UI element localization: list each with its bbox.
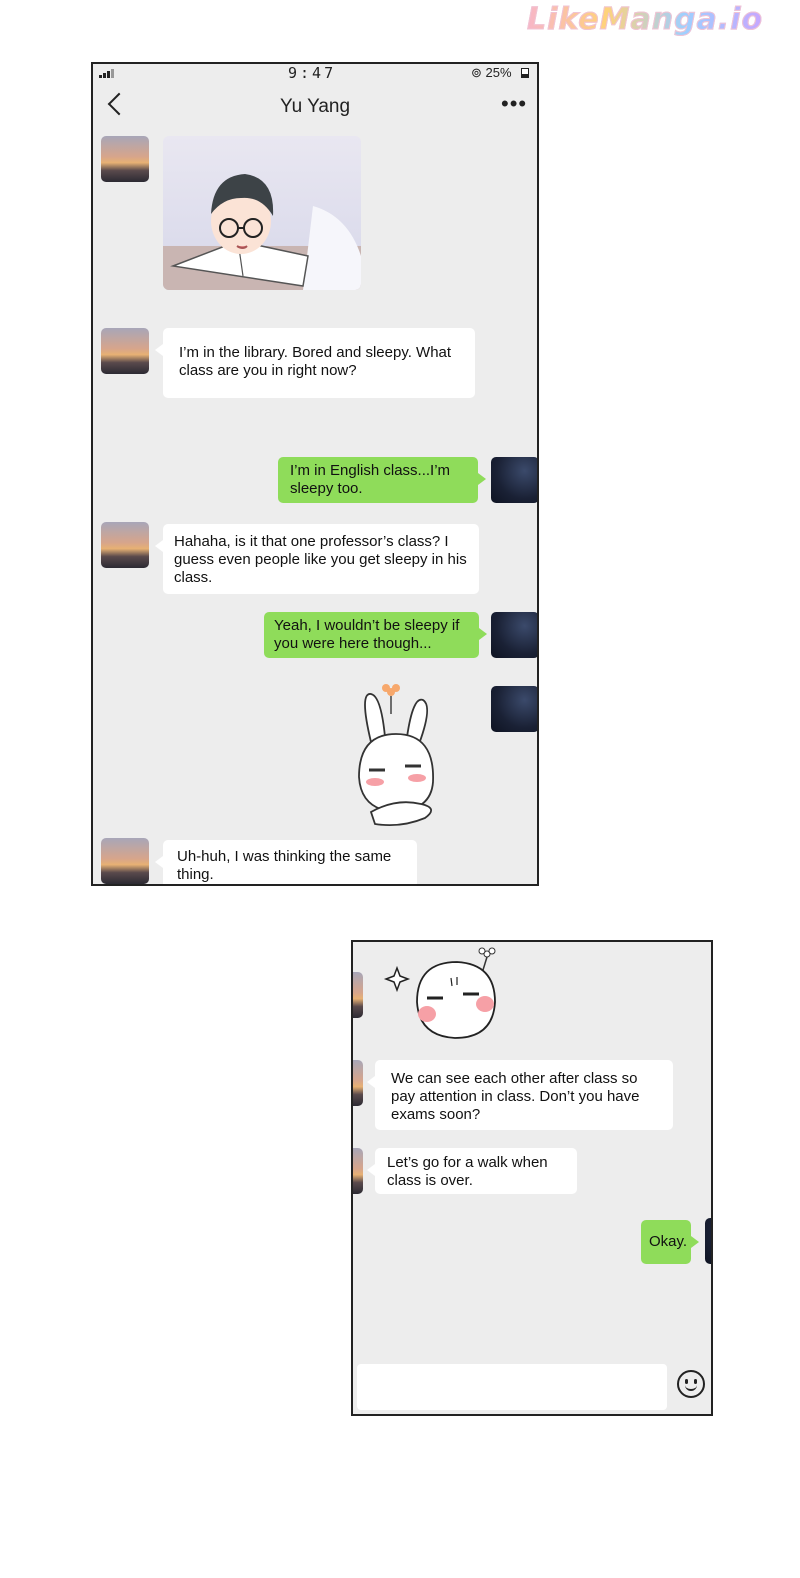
status-bar: 9:47 ⊚ 25% xyxy=(93,64,537,82)
contact-avatar[interactable] xyxy=(353,1148,363,1194)
site-watermark: LikeManga.io xyxy=(526,2,764,38)
blush-sticker-image xyxy=(383,947,496,1039)
bunny-sticker[interactable] xyxy=(341,682,451,832)
more-icon[interactable]: ••• xyxy=(501,93,527,115)
photo-message[interactable] xyxy=(163,136,361,290)
contact-name: Yu Yang xyxy=(279,96,351,117)
message-incoming[interactable]: I’m in the library. Bored and sleepy. Wh… xyxy=(155,328,475,398)
user-avatar[interactable] xyxy=(491,612,537,658)
contact-avatar[interactable] xyxy=(101,522,149,568)
contact-avatar[interactable] xyxy=(101,838,149,884)
battery-value: 25% xyxy=(485,65,512,80)
battery-icon xyxy=(521,68,529,78)
message-input[interactable] xyxy=(357,1364,667,1410)
message-incoming[interactable]: Hahaha, is it that one professor’s class… xyxy=(155,524,479,594)
message-incoming[interactable]: We can see each other after class so pay… xyxy=(367,1060,673,1130)
user-avatar[interactable] xyxy=(491,457,537,503)
signal-icon xyxy=(99,68,114,78)
chat-header: Yu Yang ••• xyxy=(93,86,537,130)
contact-avatar[interactable] xyxy=(353,972,363,1018)
user-avatar[interactable] xyxy=(705,1218,711,1264)
contact-avatar[interactable] xyxy=(353,1060,363,1106)
message-incoming[interactable]: Let’s go for a walk when class is over. xyxy=(367,1148,577,1194)
bunny-sticker-image xyxy=(358,684,434,827)
blush-sticker[interactable] xyxy=(383,944,503,1044)
contact-avatar[interactable] xyxy=(101,136,149,182)
contact-avatar[interactable] xyxy=(101,328,149,374)
photo-illustration xyxy=(163,174,361,290)
chat-screen-continued: We can see each other after class so pay… xyxy=(351,940,713,1416)
status-time: 9:47 xyxy=(288,64,337,82)
message-outgoing[interactable]: Okay. xyxy=(641,1220,699,1264)
message-outgoing[interactable]: Yeah, I wouldn’t be sleepy if you were h… xyxy=(264,612,487,658)
battery-percent: ⊚ 25% xyxy=(471,65,512,80)
message-incoming[interactable]: Uh-huh, I was thinking the same thing. xyxy=(155,840,417,884)
user-avatar[interactable] xyxy=(491,686,537,732)
message-outgoing[interactable]: I’m in English class...I’m sleepy too. xyxy=(278,457,486,503)
smile-icon[interactable] xyxy=(677,1370,705,1398)
chat-screen: 9:47 ⊚ 25% Yu Yang ••• I’m in the librar… xyxy=(91,62,539,886)
